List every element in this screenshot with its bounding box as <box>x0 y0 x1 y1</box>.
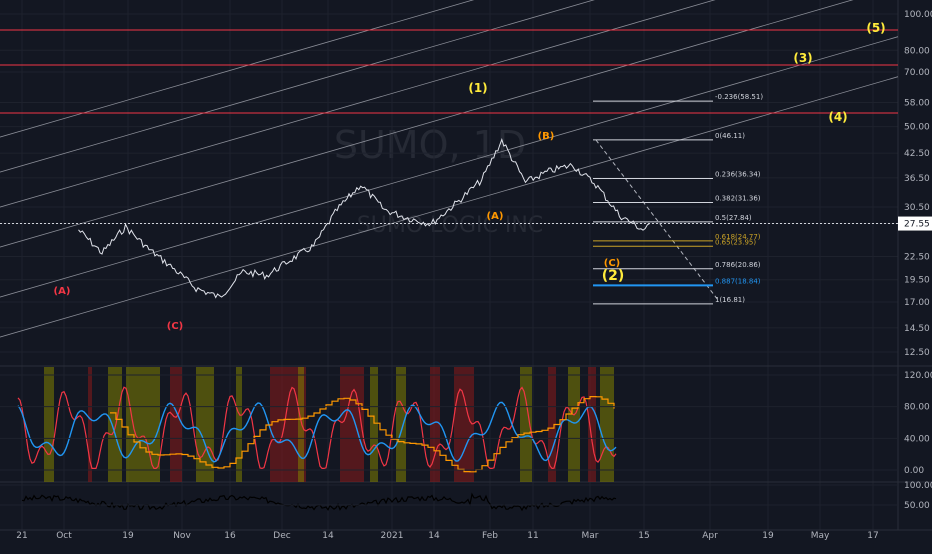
watermark-symbol: SUMO, 1D <box>334 123 526 167</box>
x-tick-label: 19 <box>122 531 134 541</box>
wave-label: (B) <box>538 131 555 142</box>
fib-level-label: 0.786(20.86) <box>715 261 761 269</box>
fib-level-label: -0.236(58.51) <box>715 93 763 101</box>
wave-label: (5) <box>866 21 885 35</box>
wave-label: (C) <box>604 258 620 269</box>
x-tick-label: 17 <box>867 531 878 541</box>
indicator1-tick-label: 80.00 <box>904 403 930 413</box>
indicator-band <box>370 367 378 482</box>
price-tick-label: 58.00 <box>904 99 930 109</box>
x-tick-label: 14 <box>322 531 334 541</box>
x-tick-label: Apr <box>702 531 718 541</box>
chart-canvas[interactable]: SUMO, 1D SUMO LOGIC INC -0.236(58.51)0(4… <box>0 0 932 550</box>
fib-level-label: 0.382(31.36) <box>715 194 761 202</box>
x-tick-label: 2021 <box>381 531 404 541</box>
wave-label: (A) <box>487 211 504 222</box>
indicator-band <box>44 367 54 482</box>
price-tick-label: 12.50 <box>904 348 930 358</box>
price-tick-label: 19.50 <box>904 276 930 286</box>
indicator-band <box>340 367 364 482</box>
indicator-band <box>236 367 242 482</box>
price-tick-label: 42.50 <box>904 149 930 159</box>
fib-level-label: 0.236(36.34) <box>715 171 761 179</box>
price-tick-label: 22.50 <box>904 252 930 262</box>
x-tick-label: 16 <box>224 531 236 541</box>
price-tick-label: 17.00 <box>904 298 930 308</box>
current-price-label: 27.55 <box>904 220 930 230</box>
indicator2-tick-label: 50.00 <box>904 501 930 511</box>
indicator-band <box>126 367 160 482</box>
x-tick-label: Feb <box>482 531 498 541</box>
price-tick-label: 36.50 <box>904 174 930 184</box>
fib-level-label: 1(16.81) <box>715 296 745 304</box>
fib-level-label: 0.887(18.84) <box>715 277 761 285</box>
price-tick-label: 14.50 <box>904 324 930 334</box>
wave-label: (A) <box>54 286 71 297</box>
wave-label: (3) <box>793 51 812 65</box>
x-tick-label: 21 <box>16 531 27 541</box>
price-tick-label: 80.00 <box>904 46 930 56</box>
indicator1-tick-label: 120.00 <box>904 371 932 381</box>
fib-level-label: 0.5(27.84) <box>715 214 752 222</box>
chart: SUMO, 1D SUMO LOGIC INC -0.236(58.51) 0(4… <box>0 0 932 550</box>
indicator1-tick-label: 40.00 <box>904 434 930 444</box>
x-tick-label: 11 <box>527 531 538 541</box>
indicator-band <box>600 367 614 482</box>
x-tick-label: Dec <box>273 531 290 541</box>
indicator-band <box>298 367 304 482</box>
x-tick-label: 15 <box>638 531 649 541</box>
indicator2-tick-label: 100.00 <box>904 481 932 491</box>
indicator1-tick-label: 0.00 <box>904 466 924 476</box>
price-tick-label: 50.00 <box>904 123 930 133</box>
x-tick-label: Oct <box>56 531 72 541</box>
wave-label: (4) <box>828 110 847 124</box>
x-tick-label: Mar <box>582 531 599 541</box>
indicator-band <box>396 367 406 482</box>
x-tick-label: 14 <box>428 531 440 541</box>
wave-label: (C) <box>167 321 183 332</box>
price-tick-label: 100.00 <box>904 10 932 20</box>
x-tick-label: 19 <box>762 531 774 541</box>
wave-label: (2) <box>602 268 625 284</box>
x-tick-label: May <box>811 531 830 541</box>
indicator-band <box>568 367 580 482</box>
fib-level-label: 0.65(23.95) <box>715 238 756 246</box>
price-tick-label: 70.00 <box>904 68 930 78</box>
x-tick-label: Nov <box>173 531 191 541</box>
price-tick-label: 30.50 <box>904 203 930 213</box>
wave-label: (1) <box>468 81 487 95</box>
indicator-band <box>170 367 182 482</box>
indicator-band <box>108 367 122 482</box>
fib-level-label: 0(46.11) <box>715 132 745 140</box>
